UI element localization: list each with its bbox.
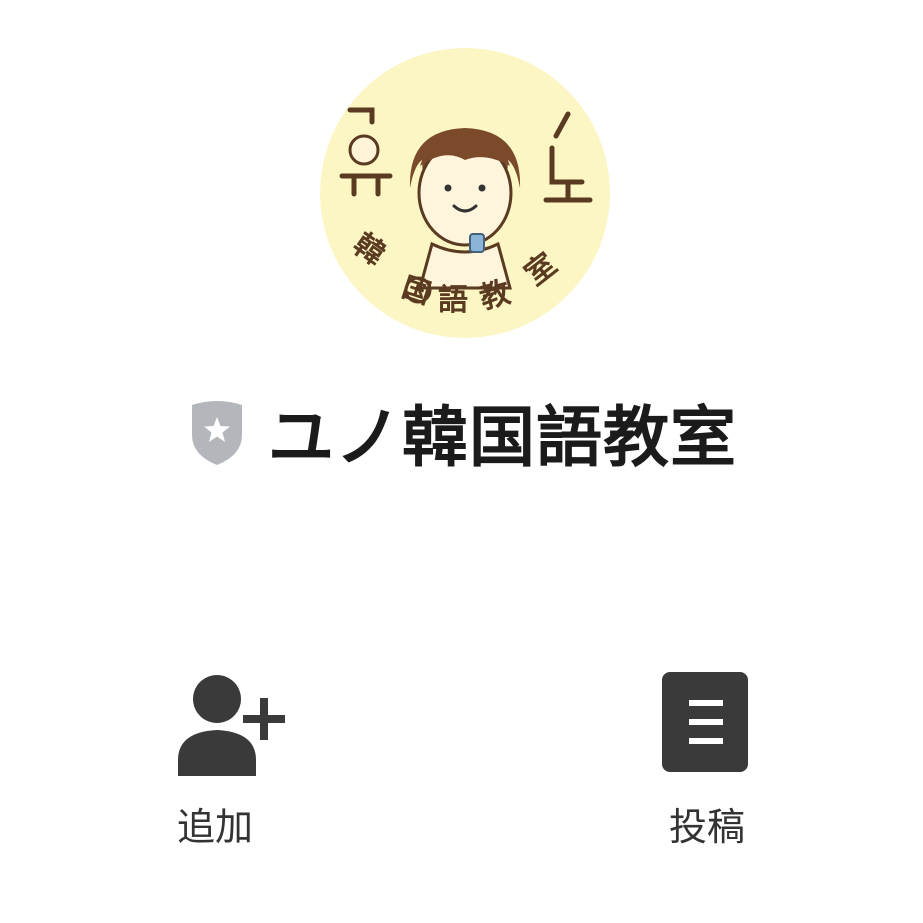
- account-name: ユノ韓国語教室: [268, 399, 737, 476]
- svg-text:語: 語: [438, 283, 468, 318]
- posts-button[interactable]: 投稿: [615, 668, 795, 868]
- add-friend-icon: [170, 668, 290, 778]
- posts-icon: [660, 668, 780, 778]
- profile-name-row: ユノ韓国語教室: [0, 382, 923, 482]
- posts-label: 投稿: [668, 805, 745, 849]
- profile-avatar[interactable]: 韓 国 語 教 室: [320, 48, 610, 338]
- avatar-illustration: 韓 国 語 教 室: [320, 48, 610, 338]
- verified-shield-star-icon: [192, 401, 242, 465]
- add-friend-button[interactable]: 追加: [130, 668, 310, 868]
- add-friend-label: 追加: [176, 805, 253, 849]
